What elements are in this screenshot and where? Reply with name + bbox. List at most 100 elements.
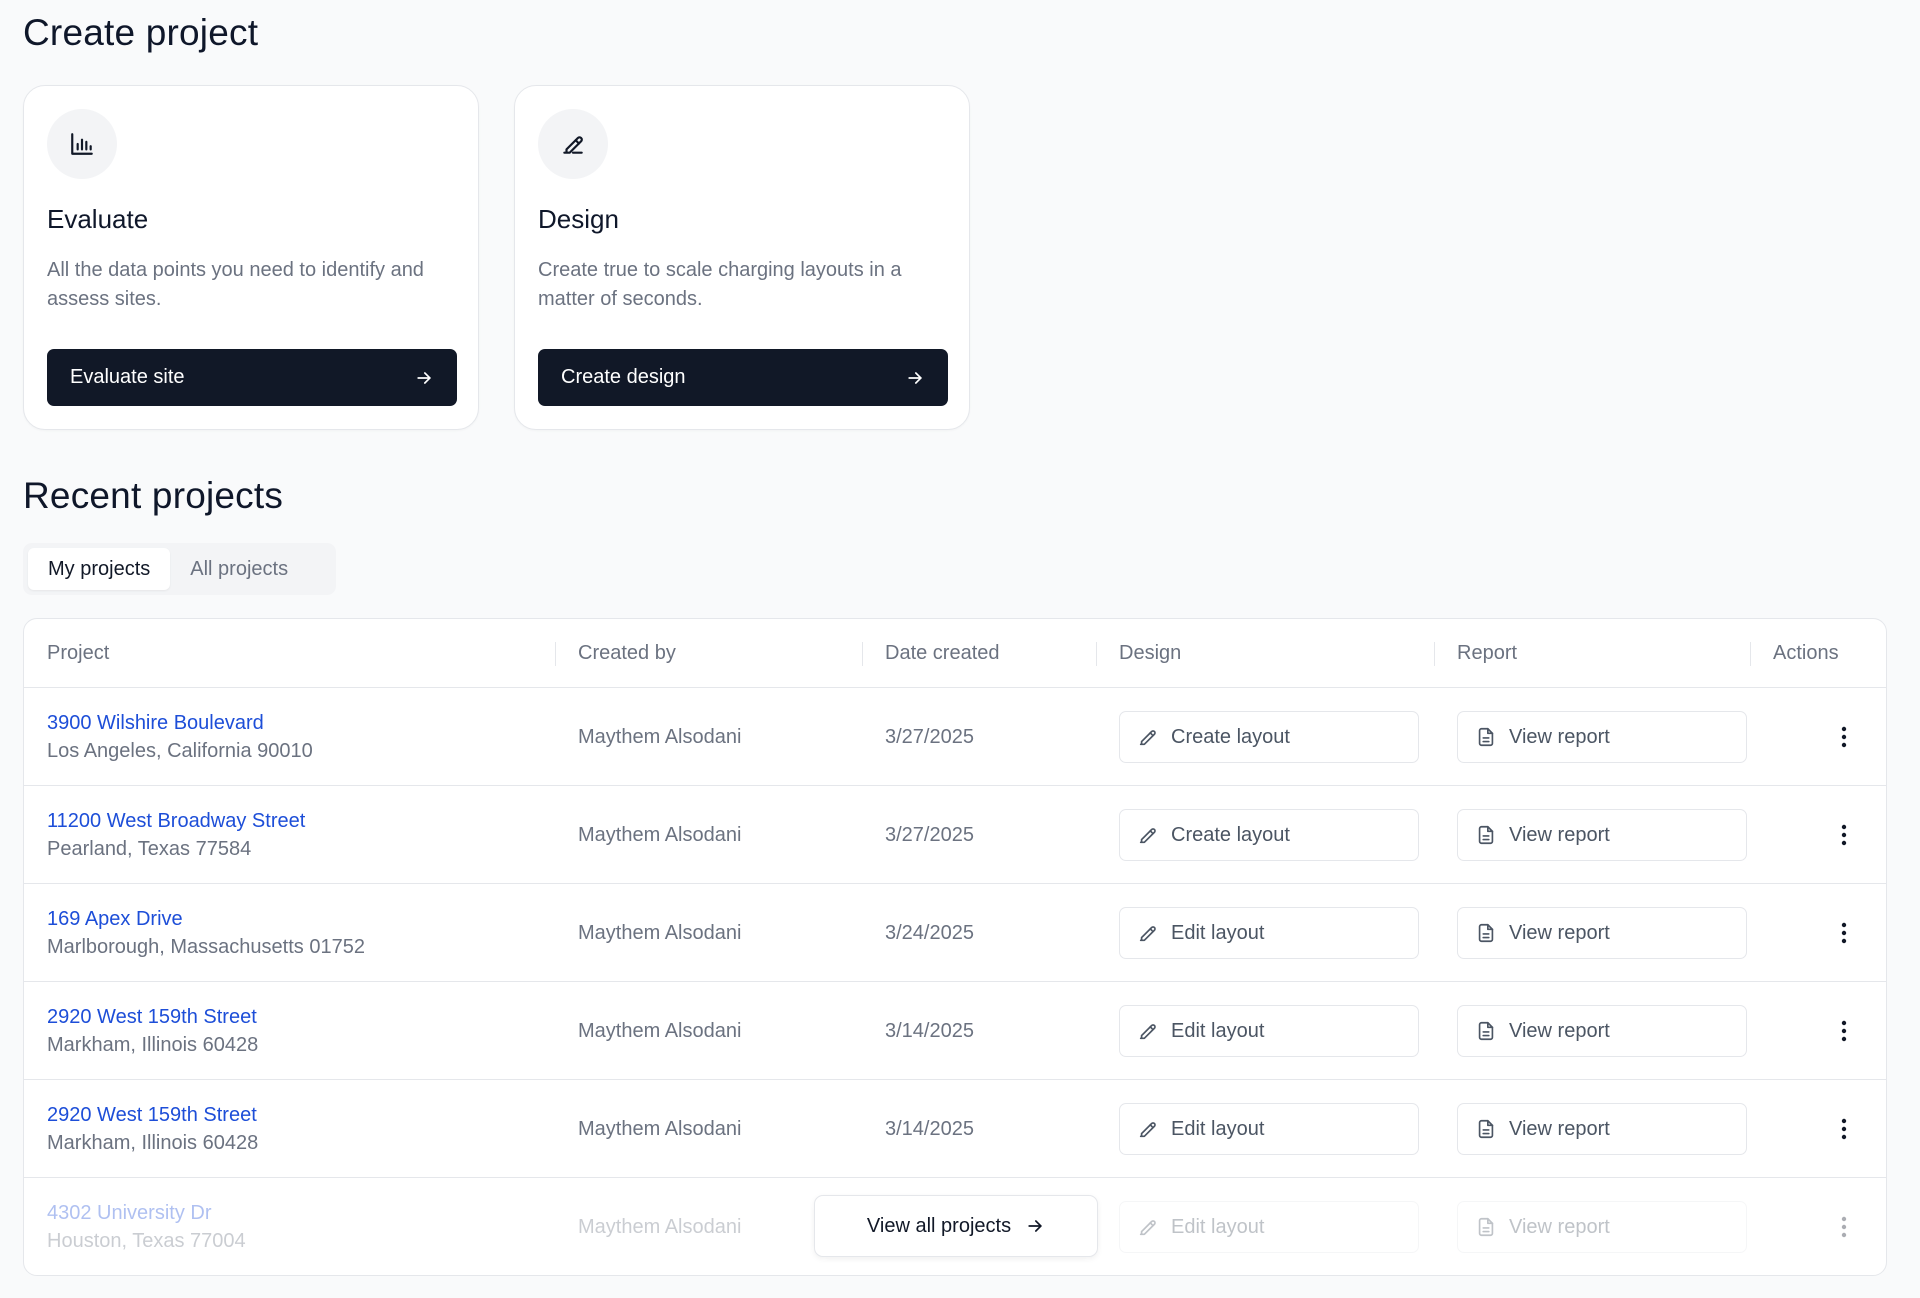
create-design-label: Create design [561,366,686,388]
report-cell: View report [1457,786,1747,884]
column-actions: Actions [1773,642,1839,664]
layout-button[interactable]: Edit layout [1119,1201,1419,1253]
more-vertical-icon[interactable] [1828,1015,1860,1047]
project-name-link[interactable]: 11200 West Broadway Street [47,807,547,835]
document-icon [1478,1021,1494,1041]
design-title: Design [538,204,619,234]
view-report-label: View report [1509,823,1610,846]
date-created-cell: 3/14/2025 [885,1019,974,1042]
document-icon [1478,825,1494,845]
table-body: 3900 Wilshire Boulevard Los Angeles, Cal… [24,688,1886,1275]
design-cell: Edit layout [1119,1178,1419,1275]
actions-cell [1824,1178,1864,1275]
arrow-right-icon [908,371,922,384]
actions-cell [1824,1080,1864,1178]
report-cell: View report [1457,688,1747,786]
view-report-button[interactable]: View report [1457,907,1747,959]
column-divider [1750,642,1751,666]
view-report-button[interactable]: View report [1457,809,1747,861]
created-by-cell: Maythem Alsodani [578,725,742,748]
evaluate-site-label: Evaluate site [70,366,185,388]
more-vertical-icon[interactable] [1828,721,1860,753]
layout-button[interactable]: Edit layout [1119,1005,1419,1057]
column-divider [862,642,863,666]
layout-button-label: Create layout [1171,725,1290,748]
column-report: Report [1457,642,1518,664]
project-name-link[interactable]: 4302 University Dr [47,1199,547,1227]
project-address: Marlborough, Massachusetts 01752 [47,936,365,958]
design-cell: Create layout [1119,688,1419,786]
pen-icon [538,109,608,179]
design-cell: Edit layout [1119,1080,1419,1178]
bar-chart-icon [47,109,117,179]
pencil-icon [1139,1024,1156,1040]
project-address: Houston, Texas 77004 [47,1230,246,1252]
view-report-label: View report [1509,1019,1610,1042]
project-cell: 169 Apex Drive Marlborough, Massachusett… [47,884,547,982]
view-all-projects-label: View all projects [866,1214,1012,1237]
view-report-button[interactable]: View report [1457,1103,1747,1155]
design-cell: Edit layout [1119,982,1419,1080]
arrow-right-icon [417,371,431,384]
create-design-button[interactable]: Create design [538,349,948,406]
more-vertical-icon[interactable] [1828,1211,1860,1243]
view-report-label: View report [1509,725,1610,748]
pencil-icon [1139,1220,1156,1236]
column-date-created: Date created [885,642,1000,664]
arrow-right-icon [1028,1220,1042,1232]
layout-button-label: Create layout [1171,823,1290,846]
document-icon [1478,1217,1494,1237]
view-report-button[interactable]: View report [1457,1201,1747,1253]
table-row: 3900 Wilshire Boulevard Los Angeles, Cal… [24,688,1886,786]
tab-my-projects[interactable]: My projects [28,548,171,590]
project-name-link[interactable]: 3900 Wilshire Boulevard [47,709,547,737]
design-description: Create true to scale charging layouts in… [538,259,902,310]
view-report-label: View report [1509,921,1610,944]
date-created-cell: 3/27/2025 [885,725,974,748]
page: Create project Evaluate All the data poi… [0,0,1920,1298]
column-divider [1434,642,1435,666]
layout-button[interactable]: Edit layout [1119,1103,1419,1155]
created-by-cell: Maythem Alsodani [578,1019,742,1042]
evaluate-card: Evaluate All the data points you need to… [23,85,479,430]
more-vertical-icon[interactable] [1828,917,1860,949]
more-vertical-icon[interactable] [1828,819,1860,851]
document-icon [1478,923,1494,943]
project-address: Los Angeles, California 90010 [47,740,313,762]
date-created-cell: 3/27/2025 [885,823,974,846]
layout-button[interactable]: Edit layout [1119,907,1419,959]
created-by-cell: Maythem Alsodani [578,823,742,846]
create-project-heading: Create project [23,12,259,53]
design-cell: Create layout [1119,786,1419,884]
layout-button[interactable]: Create layout [1119,809,1419,861]
pencil-icon [1139,828,1156,844]
project-name-link[interactable]: 2920 West 159th Street [47,1003,547,1031]
date-created-cell: 3/24/2025 [885,921,974,944]
report-cell: View report [1457,1178,1747,1275]
report-cell: View report [1457,884,1747,982]
view-report-button[interactable]: View report [1457,1005,1747,1057]
project-cell: 11200 West Broadway Street Pearland, Tex… [47,786,547,884]
column-project: Project [47,642,110,664]
layout-button-label: Edit layout [1171,1215,1265,1238]
more-vertical-icon[interactable] [1828,1113,1860,1145]
design-cell: Edit layout [1119,884,1419,982]
layout-button-label: Edit layout [1171,921,1265,944]
layout-button-label: Edit layout [1171,1117,1265,1140]
column-divider [1096,642,1097,666]
layout-button-label: Edit layout [1171,1019,1265,1042]
view-all-projects-button[interactable]: View all projects [814,1195,1098,1257]
actions-cell [1824,688,1864,786]
project-name-link[interactable]: 169 Apex Drive [47,905,547,933]
evaluate-site-button[interactable]: Evaluate site [47,349,457,406]
recent-projects-heading: Recent projects [23,475,284,516]
projects-table: Project Created by Date created Design R… [23,618,1887,1276]
report-cell: View report [1457,982,1747,1080]
tab-all-projects[interactable]: All projects [170,548,308,590]
view-report-button[interactable]: View report [1457,711,1747,763]
date-created-cell: 3/14/2025 [885,1117,974,1140]
project-name-link[interactable]: 2920 West 159th Street [47,1101,547,1129]
view-report-label: View report [1509,1117,1610,1140]
column-divider [555,642,556,666]
layout-button[interactable]: Create layout [1119,711,1419,763]
